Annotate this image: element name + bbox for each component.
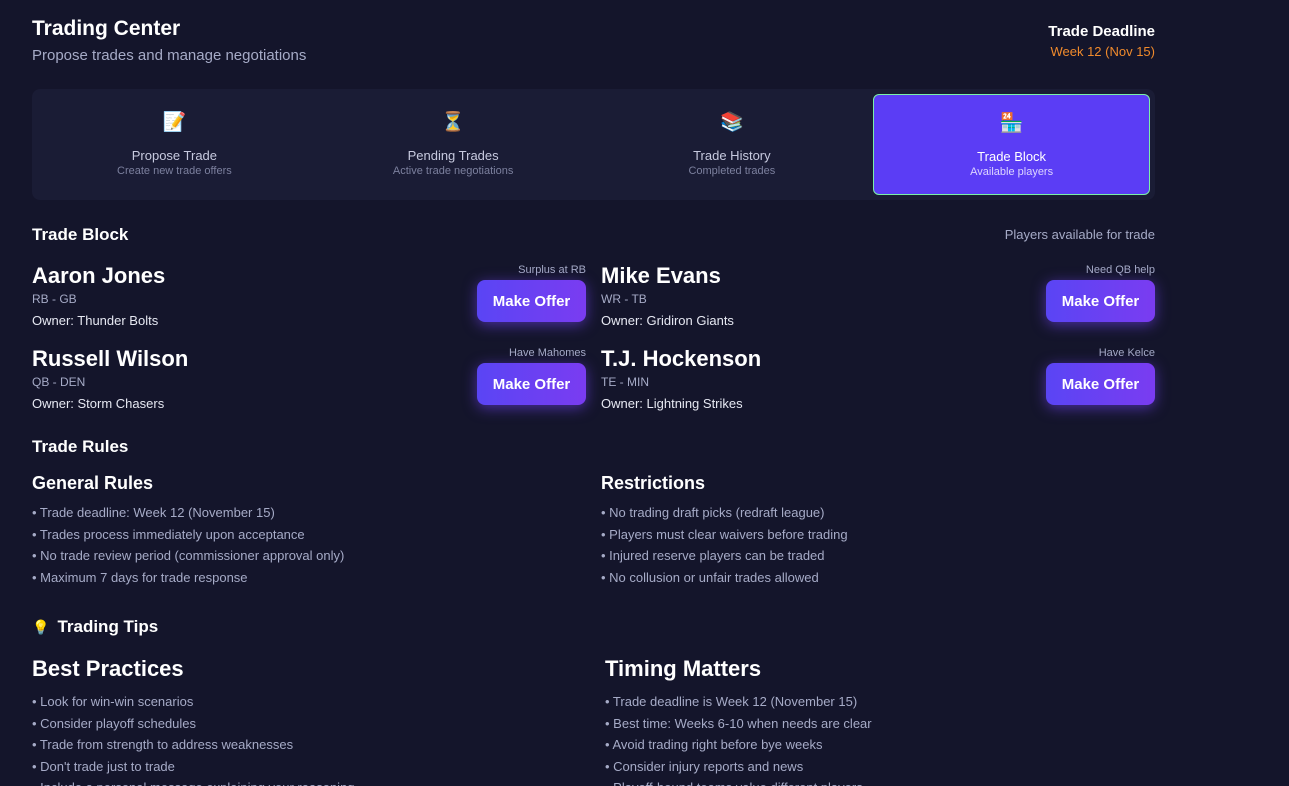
list-item: • Consider injury reports and news [605,758,804,774]
tab-pending-trades[interactable]: ⏳ Pending Trades Active trade negotiatio… [316,94,591,195]
hourglass-icon: ⏳ [441,112,465,133]
tab-label: Trade History [693,148,771,163]
list-item: • Best time: Weeks 6-10 when needs are c… [605,715,872,731]
player-name: T.J. Hockenson [601,346,762,371]
list-item: • Maximum 7 days for trade response [32,569,248,585]
restrictions: Restrictions • No trading draft picks (r… [601,473,1141,588]
trading-tips-label: Trading Tips [57,617,159,636]
player-owner: Owner: Thunder Bolts [32,313,159,328]
trade-block-title: Trade Block [32,225,129,244]
list-item: • Injured reserve players can be traded [601,548,825,564]
list-item: • Trade from strength to address weaknes… [32,737,294,753]
best-practices-heading: Best Practices [32,656,184,681]
trade-block-note: Players available for trade [1004,227,1155,242]
general-rules-heading: General Rules [32,473,154,493]
player-trade-note: Have Kelce [1098,347,1155,359]
page-header: Trading Center Propose trades and manage… [32,0,1155,89]
player-name: Mike Evans [601,263,721,288]
player-name: Russell Wilson [32,346,189,371]
restrictions-heading: Restrictions [601,473,706,493]
general-rules: General Rules • Trade deadline: Week 12 … [32,473,572,588]
list-item: • Playoff-bound teams value different pl… [605,777,1145,786]
lightbulb-icon: 💡 [32,619,50,635]
timing-matters-list: • Trade deadline is Week 12 (November 15… [605,691,1145,786]
list-item: • Trades process immediately upon accept… [32,526,305,542]
player-card: Mike Evans WR - TB Owner: Gridiron Giant… [601,263,1155,335]
player-card: Russell Wilson QB - DEN Owner: Storm Cha… [32,346,586,418]
player-position: TE - MIN [601,375,649,389]
player-position: RB - GB [32,292,77,306]
tab-label: Propose Trade [131,148,218,163]
list-item: • Look for win-win scenarios [32,694,194,709]
tab-label: Pending Trades [407,148,499,163]
player-card: T.J. Hockenson TE - MIN Owner: Lightning… [601,346,1155,418]
trading-center-page: Trading Center Propose trades and manage… [0,0,1289,786]
list-item: • Avoid trading right before bye weeks [605,737,823,753]
tab-description: Active trade negotiations [392,165,514,177]
list-item: • No trade review period (commissioner a… [32,548,345,564]
tab-trade-block[interactable]: 🏪 Trade Block Available players [873,94,1150,195]
player-position: QB - DEN [32,375,86,389]
page-title: Trading Center [32,17,181,40]
list-item: • Trade deadline is Week 12 (November 15… [605,694,858,709]
trade-rules-title: Trade Rules [32,437,129,456]
player-position: WR - TB [601,292,647,306]
player-name: Aaron Jones [32,263,166,288]
tab-description: Available players [970,166,1054,178]
trading-tips-title: 💡 Trading Tips [32,617,158,637]
memo-pencil-icon: 📝 [162,112,187,133]
tab-description: Create new trade offers [117,165,232,177]
make-offer-button[interactable]: Make Offer [1046,280,1155,322]
trade-deadline-label: Trade Deadline [1048,23,1155,40]
list-item: • Don't trade just to trade [32,758,175,774]
player-owner: Owner: Storm Chasers [32,396,165,411]
list-item: • Include a personal message explaining … [32,777,572,786]
make-offer-button[interactable]: Make Offer [477,280,586,322]
page-subtitle: Propose trades and manage negotiations [32,47,307,64]
books-icon: 📚 [720,112,744,133]
best-practices: Best Practices • Look for win-win scenar… [32,656,572,786]
best-practices-list: • Look for win-win scenarios • Consider … [32,691,572,786]
main-content: Trading Center Propose trades and manage… [32,0,1155,786]
trading-tabs: 📝 Propose Trade Create new trade offers … [32,89,1155,200]
tab-label: Trade Block [977,149,1047,164]
tab-description: Completed trades [688,165,776,177]
player-trade-note: Need QB help [1085,264,1155,276]
list-item: • Players must clear waivers before trad… [601,526,848,542]
list-item: • No trading draft picks (redraft league… [601,505,825,520]
trade-deadline-value: Week 12 (Nov 15) [1050,44,1155,59]
list-item: • No collusion or unfair trades allowed [601,569,819,585]
timing-matters: Timing Matters • Trade deadline is Week … [605,656,1145,786]
player-trade-note: Surplus at RB [518,264,586,276]
restrictions-list: • No trading draft picks (redraft league… [601,502,1141,588]
player-owner: Owner: Lightning Strikes [601,396,743,411]
tab-trade-history[interactable]: 📚 Trade History Completed trades [595,94,870,195]
timing-matters-heading: Timing Matters [605,656,762,681]
list-item: • Trade deadline: Week 12 (November 15) [32,505,275,520]
player-trade-note: Have Mahomes [508,347,586,359]
store-icon: 🏪 [999,113,1024,134]
player-card: Aaron Jones RB - GB Owner: Thunder Bolts… [32,263,586,335]
list-item: • Consider playoff schedules [32,715,197,731]
general-rules-list: • Trade deadline: Week 12 (November 15) … [32,502,572,588]
make-offer-button[interactable]: Make Offer [1046,363,1155,405]
make-offer-button[interactable]: Make Offer [477,363,586,405]
tab-propose-trade[interactable]: 📝 Propose Trade Create new trade offers [37,94,312,195]
player-owner: Owner: Gridiron Giants [601,313,734,328]
